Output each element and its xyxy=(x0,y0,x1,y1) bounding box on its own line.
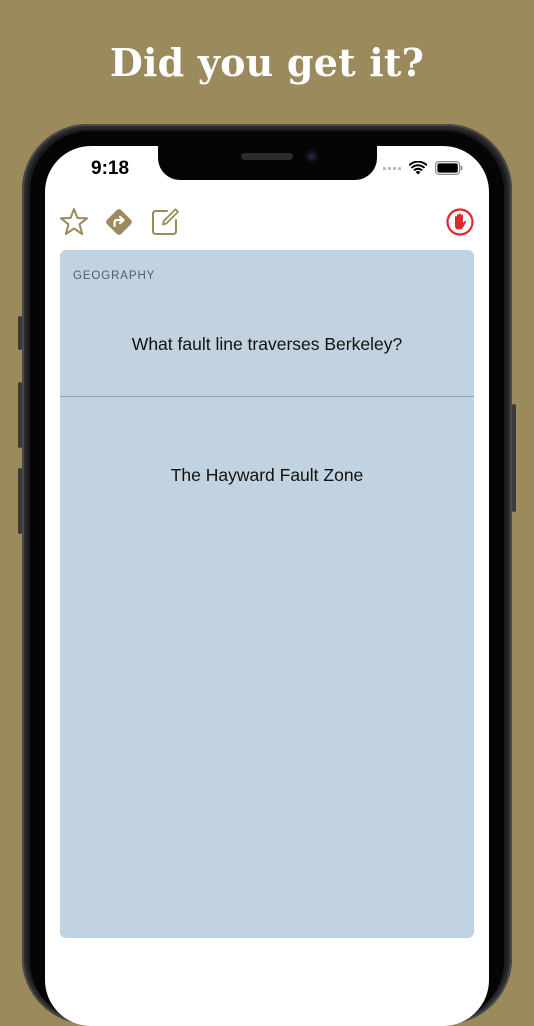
flashcard[interactable]: GEOGRAPHY What fault line traverses Berk… xyxy=(60,250,474,938)
power-button xyxy=(512,404,516,512)
status-time: 9:18 xyxy=(91,158,130,179)
battery-icon xyxy=(435,161,463,175)
mute-switch xyxy=(18,316,22,350)
notch xyxy=(158,146,377,180)
compose-icon[interactable] xyxy=(149,206,181,238)
cellular-signal-icon xyxy=(383,166,401,170)
card-divider xyxy=(60,396,474,397)
card-answer: The Hayward Fault Zone xyxy=(170,465,364,485)
status-indicators xyxy=(383,160,463,176)
hand-stop-icon[interactable] xyxy=(444,206,476,238)
volume-down-button xyxy=(18,468,22,534)
volume-up-button xyxy=(18,382,22,448)
wifi-icon xyxy=(409,161,427,175)
speaker-grille xyxy=(241,153,293,160)
card-category: GEOGRAPHY xyxy=(73,270,156,282)
front-camera xyxy=(305,150,318,163)
card-question: What fault line traverses Berkeley? xyxy=(131,334,403,354)
toolbar xyxy=(45,206,489,242)
screen: 9:18 GEOGRAPHY What fault line traverses… xyxy=(45,146,489,1026)
forward-diamond-icon[interactable] xyxy=(103,206,135,238)
headline: Did you get it? xyxy=(109,40,425,85)
star-outline-icon[interactable] xyxy=(58,206,90,238)
